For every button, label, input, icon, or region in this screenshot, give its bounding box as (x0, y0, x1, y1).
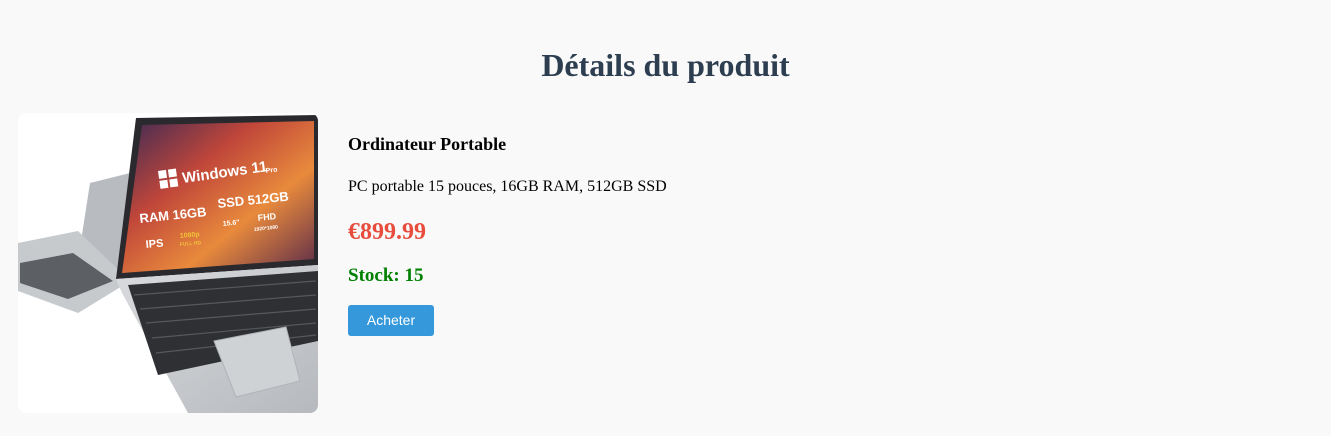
product-price: €899.99 (348, 219, 426, 245)
product-detail: Windows 11 Pro RAM 16GB SSD 512GB 15.6" … (18, 113, 667, 413)
product-page: Détails du produit Windows 11 Pro RAM 16… (0, 0, 1331, 436)
product-name: Ordinateur Portable (348, 134, 507, 154)
laptop-illustration: Windows 11 Pro RAM 16GB SSD 512GB 15.6" … (18, 115, 318, 413)
product-stock: Stock: 15 (348, 265, 424, 286)
product-image: Windows 11 Pro RAM 16GB SSD 512GB 15.6" … (18, 113, 318, 413)
screen-fhd-text: FHD (257, 211, 277, 223)
page-title: Détails du produit (541, 47, 790, 83)
screen-ips-text: IPS (145, 237, 164, 251)
buy-button[interactable]: Acheter (348, 305, 434, 336)
product-info: Ordinateur Portable PC portable 15 pouce… (348, 113, 667, 336)
product-description: PC portable 15 pouces, 16GB RAM, 512GB S… (348, 178, 667, 195)
